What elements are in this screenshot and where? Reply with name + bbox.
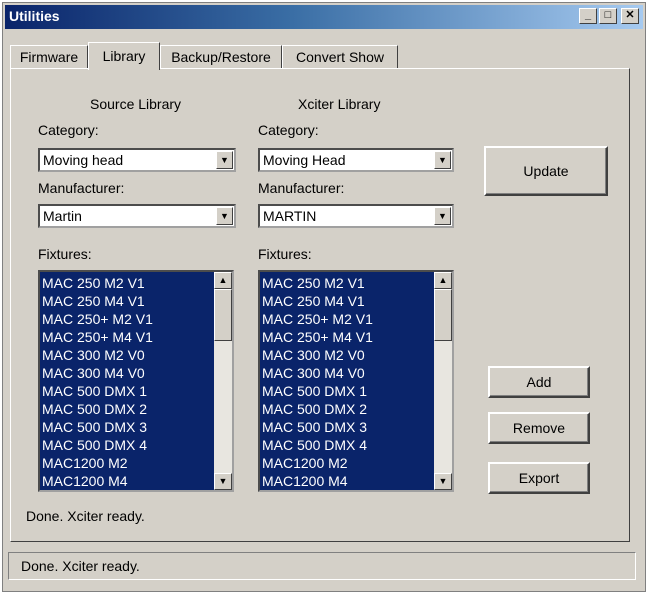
- xciter-category-value: Moving Head: [263, 152, 346, 168]
- list-item[interactable]: MAC 500 DMX 3: [42, 418, 212, 436]
- xciter-scrollbar[interactable]: ▲ ▼: [434, 272, 452, 490]
- xciter-library-title: Xciter Library: [298, 96, 381, 112]
- list-item[interactable]: MAC 300 M4 V0: [42, 364, 212, 382]
- list-item[interactable]: MAC 250+ M4 V1: [42, 328, 212, 346]
- scroll-thumb[interactable]: [214, 289, 232, 341]
- list-item[interactable]: MAC 500 DMX 2: [42, 400, 212, 418]
- source-manufacturer-value: Martin: [43, 208, 82, 224]
- xciter-fixtures-label: Fixtures:: [258, 246, 312, 262]
- list-item[interactable]: MAC 500 DMX 1: [42, 382, 212, 400]
- window-controls: _ □ ✕: [579, 8, 639, 24]
- source-library-title: Source Library: [90, 96, 182, 112]
- list-item[interactable]: MAC 500 DMX 3: [262, 418, 432, 436]
- xciter-manufacturer-label: Manufacturer:: [258, 180, 345, 196]
- close-button[interactable]: ✕: [621, 8, 639, 24]
- list-item[interactable]: MAC 300 M4 V0: [262, 364, 432, 382]
- source-category-label: Category:: [38, 122, 99, 138]
- xciter-manufacturer-select[interactable]: MARTIN ▼: [258, 204, 454, 228]
- list-item[interactable]: MAC1200 M4: [42, 472, 212, 490]
- list-item[interactable]: MAC 250 M2 V1: [262, 274, 432, 292]
- chevron-down-icon[interactable]: ▼: [216, 151, 233, 169]
- list-item[interactable]: MAC1200 M4: [262, 472, 432, 490]
- list-item[interactable]: MAC 250 M4 V1: [262, 292, 432, 310]
- arrow-up-icon[interactable]: ▲: [214, 272, 232, 289]
- maximize-button[interactable]: □: [599, 8, 617, 24]
- list-item[interactable]: MAC1200 M2: [262, 454, 432, 472]
- add-button[interactable]: Add: [488, 366, 590, 398]
- list-item[interactable]: MAC 500 DMX 2: [262, 400, 432, 418]
- minimize-button[interactable]: _: [579, 8, 597, 24]
- xciter-category-select[interactable]: Moving Head ▼: [258, 148, 454, 172]
- source-category-select[interactable]: Moving head ▼: [38, 148, 236, 172]
- list-item[interactable]: MAC 250 M2 V1: [42, 274, 212, 292]
- tab-firmware[interactable]: Firmware: [10, 45, 88, 69]
- arrow-up-icon[interactable]: ▲: [434, 272, 452, 289]
- tab-convert-show[interactable]: Convert Show: [282, 45, 398, 69]
- export-button[interactable]: Export: [488, 462, 590, 494]
- chevron-down-icon[interactable]: ▼: [216, 207, 233, 225]
- status-bar: Done. Xciter ready.: [8, 552, 636, 580]
- status-message: Done. Xciter ready.: [26, 508, 145, 524]
- xciter-manufacturer-value: MARTIN: [263, 208, 317, 224]
- remove-button[interactable]: Remove: [488, 412, 590, 444]
- source-category-value: Moving head: [43, 152, 124, 168]
- list-item[interactable]: MAC1200 M2: [42, 454, 212, 472]
- list-item[interactable]: MAC 250 M4 V1: [42, 292, 212, 310]
- xciter-category-label: Category:: [258, 122, 319, 138]
- scroll-thumb[interactable]: [434, 289, 452, 341]
- source-manufacturer-label: Manufacturer:: [38, 180, 125, 196]
- tab-library[interactable]: Library: [88, 42, 160, 70]
- chevron-down-icon[interactable]: ▼: [434, 207, 451, 225]
- arrow-down-icon[interactable]: ▼: [214, 473, 232, 490]
- list-item[interactable]: MAC 300 M2 V0: [262, 346, 432, 364]
- chevron-down-icon[interactable]: ▼: [434, 151, 451, 169]
- status-bar-text: Done. Xciter ready.: [21, 558, 140, 574]
- list-item[interactable]: MAC 500 DMX 4: [42, 436, 212, 454]
- list-item[interactable]: MAC 250+ M4 V1: [262, 328, 432, 346]
- arrow-down-icon[interactable]: ▼: [434, 473, 452, 490]
- source-manufacturer-select[interactable]: Martin ▼: [38, 204, 236, 228]
- tab-backup-restore[interactable]: Backup/Restore: [160, 45, 282, 69]
- list-item[interactable]: MAC 500 DMX 1: [262, 382, 432, 400]
- list-item[interactable]: MAC 250+ M2 V1: [262, 310, 432, 328]
- source-fixtures-label: Fixtures:: [38, 246, 92, 262]
- source-fixtures-list[interactable]: MAC 250 M2 V1 MAC 250 M4 V1 MAC 250+ M2 …: [38, 270, 234, 492]
- window-title: Utilities: [9, 8, 60, 24]
- source-scrollbar[interactable]: ▲ ▼: [214, 272, 232, 490]
- list-item[interactable]: MAC 250+ M2 V1: [42, 310, 212, 328]
- xciter-fixtures-list[interactable]: MAC 250 M2 V1 MAC 250 M4 V1 MAC 250+ M2 …: [258, 270, 454, 492]
- title-bar[interactable]: Utilities _ □ ✕: [5, 5, 643, 29]
- list-item[interactable]: MAC 500 DMX 4: [262, 436, 432, 454]
- update-button[interactable]: Update: [484, 146, 608, 196]
- list-item[interactable]: MAC 300 M2 V0: [42, 346, 212, 364]
